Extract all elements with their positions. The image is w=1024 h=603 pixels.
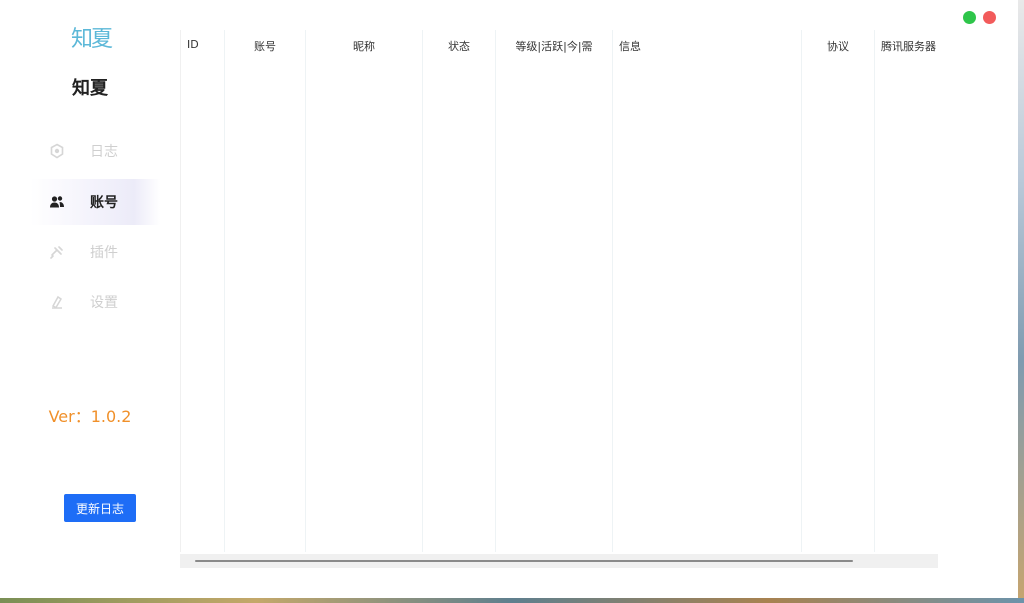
- sidebar-item-label: 插件: [90, 245, 118, 261]
- column-header[interactable]: 协议: [802, 38, 874, 54]
- desktop-background-edge: [1018, 0, 1024, 603]
- table-column-status: 状态: [423, 30, 496, 552]
- column-header[interactable]: 状态: [423, 38, 495, 54]
- app-logo: 知夏: [70, 27, 113, 52]
- window-close-button[interactable]: [983, 11, 996, 24]
- changelog-button[interactable]: 更新日志: [64, 494, 136, 522]
- table-column-info: 信息: [613, 30, 802, 552]
- column-header[interactable]: 昵称: [306, 38, 422, 54]
- sidebar-item-label: 日志: [90, 144, 118, 160]
- sidebar-item-plugins[interactable]: 插件: [30, 229, 160, 275]
- plugin-icon: [48, 243, 66, 261]
- table-column-level: 等级|活跃|今|需: [496, 30, 613, 552]
- desktop-background-edge: [0, 598, 1024, 603]
- sidebar: 知夏 知夏 日志 账号 插件 设置 Ver：1.0.2 更新日志: [0, 0, 180, 598]
- sidebar-item-settings[interactable]: 设置: [30, 279, 160, 325]
- window-maximize-button[interactable]: [963, 11, 976, 24]
- table-column-protocol: 协议: [802, 30, 875, 552]
- column-header[interactable]: ID: [181, 38, 224, 51]
- table-column-tencent-server: 腾讯服务器: [875, 30, 941, 552]
- sidebar-item-accounts[interactable]: 账号: [30, 179, 160, 225]
- sidebar-item-label: 账号: [90, 195, 118, 211]
- version-label: Ver：1.0.2: [48, 407, 132, 426]
- users-icon: [48, 193, 66, 211]
- app-window: 知夏 知夏 日志 账号 插件 设置 Ver：1.0.2 更新日志 ID 账号 昵…: [0, 0, 1018, 598]
- horizontal-scrollbar[interactable]: [180, 554, 938, 568]
- column-header[interactable]: 账号: [225, 38, 305, 54]
- column-header[interactable]: 腾讯服务器: [875, 38, 941, 54]
- table-column-nickname: 昵称: [306, 30, 423, 552]
- column-header[interactable]: 等级|活跃|今|需: [496, 38, 612, 54]
- accounts-table: ID 账号 昵称 状态 等级|活跃|今|需 信息 协议 腾讯服务器: [180, 30, 940, 552]
- settings-icon: [48, 293, 66, 311]
- scrollbar-thumb[interactable]: [195, 560, 853, 562]
- table-column-account: 账号: [225, 30, 306, 552]
- app-name: 知夏: [72, 78, 108, 99]
- sidebar-item-label: 设置: [90, 295, 118, 311]
- table-column-id: ID: [181, 30, 225, 552]
- column-header[interactable]: 信息: [613, 38, 801, 54]
- sidebar-item-logs[interactable]: 日志: [30, 128, 160, 174]
- log-icon: [48, 142, 66, 160]
